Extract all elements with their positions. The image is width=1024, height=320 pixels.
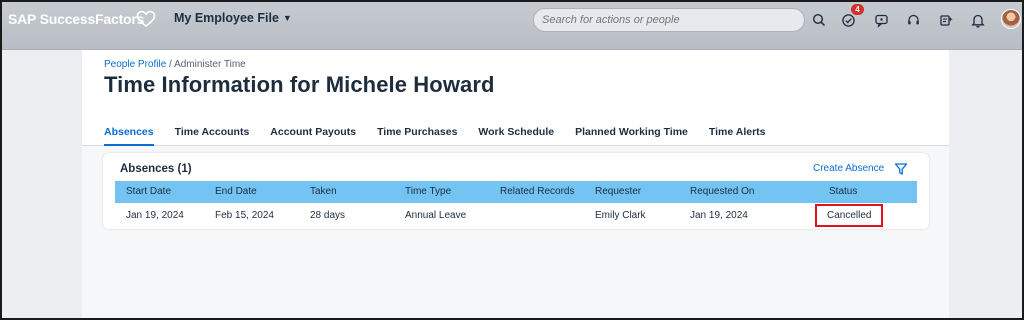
- breadcrumb-current: Administer Time: [174, 59, 246, 70]
- assistant-icon[interactable]: [937, 11, 955, 29]
- tab-work-schedule[interactable]: Work Schedule: [478, 126, 554, 146]
- tab-bar: Absences Time Accounts Account Payouts T…: [104, 126, 787, 146]
- page-header: People Profile / Administer Time Time In…: [82, 50, 949, 146]
- cell-end-date: Feb 15, 2024: [215, 210, 274, 221]
- search-input[interactable]: [533, 8, 805, 32]
- tab-planned-working-time[interactable]: Planned Working Time: [575, 126, 688, 146]
- brand-logo-text[interactable]: SAP SuccessFactors: [8, 11, 144, 27]
- notification-badge: 4: [851, 4, 864, 15]
- caret-down-icon: ▼: [282, 13, 292, 23]
- tab-time-purchases[interactable]: Time Purchases: [377, 126, 457, 146]
- breadcrumb-link-people-profile[interactable]: People Profile: [104, 59, 166, 70]
- cell-requester: Emily Clark: [595, 210, 646, 221]
- column-header-requested-on[interactable]: Requested On: [690, 186, 755, 197]
- tab-time-accounts[interactable]: Time Accounts: [175, 126, 250, 146]
- tab-account-payouts[interactable]: Account Payouts: [270, 126, 356, 146]
- absences-card: Absences (1) Create Absence Start Date E…: [103, 153, 929, 229]
- support-icon[interactable]: [904, 11, 922, 29]
- cell-time-type: Annual Leave: [405, 210, 467, 221]
- filter-icon[interactable]: [894, 162, 908, 176]
- cell-start-date: Jan 19, 2024: [126, 210, 184, 221]
- status-value: Cancelled: [827, 210, 872, 221]
- column-header-taken[interactable]: Taken: [310, 186, 337, 197]
- column-header-requester[interactable]: Requester: [595, 186, 641, 197]
- notifications-icon[interactable]: [969, 11, 987, 29]
- create-absence-link[interactable]: Create Absence: [813, 163, 884, 174]
- cell-requested-on: Jan 19, 2024: [690, 210, 748, 221]
- absences-title: Absences (1): [120, 163, 192, 175]
- column-header-end-date[interactable]: End Date: [215, 186, 257, 197]
- app-window: SAP SuccessFactors My Employee File▼ 4: [0, 0, 1024, 320]
- status-highlight-box: Cancelled: [815, 204, 883, 227]
- search-icon[interactable]: [810, 11, 828, 29]
- tab-absences[interactable]: Absences: [104, 126, 154, 146]
- table-row[interactable]: Jan 19, 2024 Feb 15, 2024 28 days Annual…: [115, 203, 917, 227]
- column-header-status[interactable]: Status: [829, 186, 857, 197]
- tab-time-alerts[interactable]: Time Alerts: [709, 126, 766, 146]
- chat-icon[interactable]: [872, 11, 890, 29]
- shell-bar: SAP SuccessFactors My Employee File▼ 4: [2, 2, 1022, 50]
- table-header: Start Date End Date Taken Time Type Rela…: [115, 181, 917, 203]
- column-header-time-type[interactable]: Time Type: [405, 186, 451, 197]
- app-menu-dropdown[interactable]: My Employee File ▼: [174, 11, 292, 25]
- breadcrumb-separator: /: [166, 59, 175, 70]
- column-header-start-date[interactable]: Start Date: [126, 186, 171, 197]
- breadcrumb: People Profile / Administer Time: [104, 59, 246, 70]
- heart-icon: [136, 10, 156, 28]
- page-title: Time Information for Michele Howard: [104, 72, 495, 97]
- user-avatar[interactable]: [1001, 9, 1021, 29]
- app-menu-label: My Employee File: [174, 11, 279, 25]
- page-content: People Profile / Administer Time Time In…: [82, 50, 949, 318]
- cell-taken: 28 days: [310, 210, 346, 221]
- column-header-related-records[interactable]: Related Records: [500, 186, 574, 197]
